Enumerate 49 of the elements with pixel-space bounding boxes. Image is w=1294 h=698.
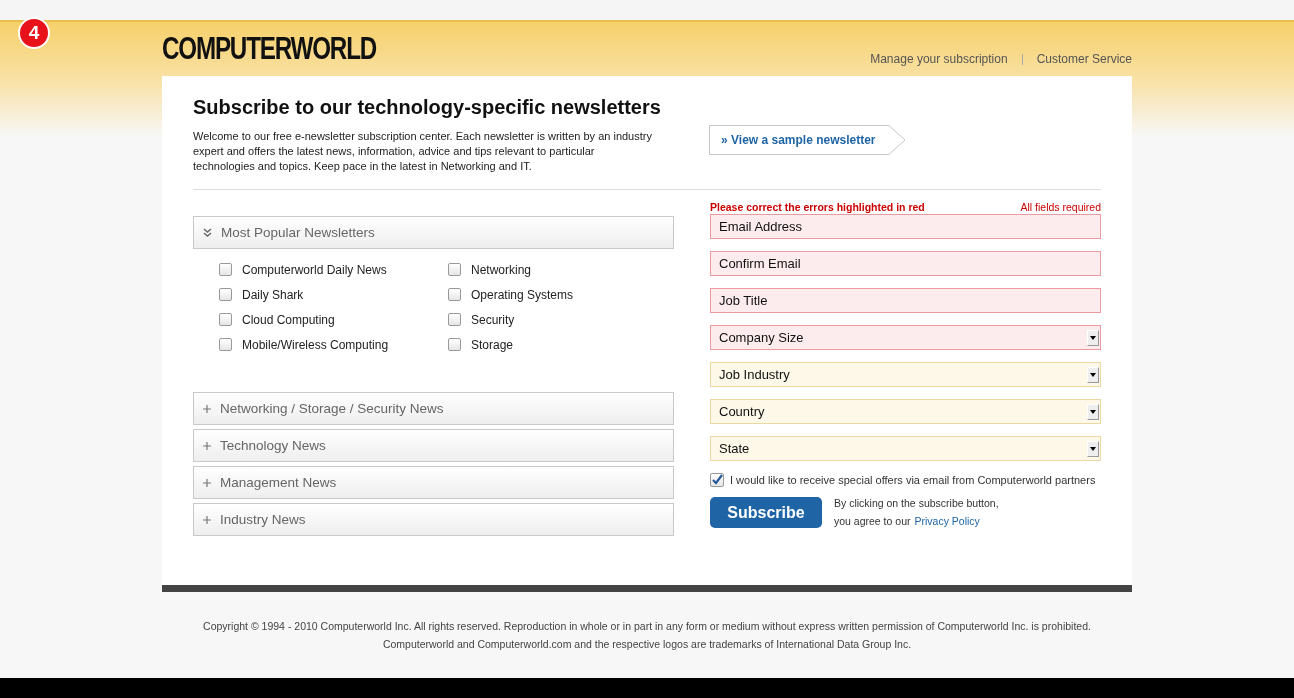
checkbox[interactable] (219, 288, 232, 301)
error-message: Please correct the errors highlighted in red (710, 201, 925, 213)
checkbox[interactable] (219, 338, 232, 351)
page-title: Subscribe to our technology-specific newsletters (193, 96, 662, 119)
checkbox[interactable] (448, 288, 461, 301)
newsletter-label: Operating Systems (471, 287, 574, 302)
newsletter-label: Daily Shark (242, 287, 304, 302)
dropdown[interactable]: Job Industry (710, 362, 1101, 387)
double-chevron-down-icon (203, 227, 212, 238)
plus-icon (203, 404, 211, 413)
header-link[interactable]: Customer Service (1036, 52, 1132, 66)
plus-icon (203, 441, 211, 450)
step-number-badge: 4 (18, 17, 50, 49)
checkbox[interactable] (448, 313, 461, 326)
accordion-header[interactable]: Most Popular Newsletters (193, 216, 674, 249)
checkbox[interactable] (219, 313, 232, 326)
input-field[interactable]: Email Address (710, 214, 1101, 239)
newsletter-label: Networking (471, 262, 532, 277)
intro-text: Welcome to our free e-newsletter subscription center. Each newsletter is written by an industry expert and offers the latest news, information, advice and tips relevant to particular technologies and topics. Keep pace in the latest in Networking and IT. (193, 129, 653, 174)
dropdown[interactable]: State (710, 436, 1101, 461)
logo: COMPUTERWORLD (162, 32, 377, 66)
plus-icon (203, 478, 211, 487)
agreement-text: By clicking on the subscribe button, (834, 497, 999, 509)
privacy-policy-link[interactable]: Privacy Policy (914, 512, 980, 530)
checkbox[interactable] (448, 338, 461, 351)
input-field[interactable]: Job Title (710, 288, 1101, 313)
offers-label: I would like to receive special offers via email from Computerworld partners (730, 474, 1096, 486)
plus-icon (203, 515, 211, 524)
sample-newsletter-link[interactable]: » View a sample newsletter (709, 125, 906, 155)
checkbox[interactable] (710, 473, 724, 487)
newsletter-label: Cloud Computing (242, 312, 335, 327)
required-note: All fields required (1020, 201, 1101, 213)
accordion-header[interactable]: Industry News (193, 503, 674, 536)
checkbox[interactable] (448, 263, 461, 276)
newsletter-label: Storage (471, 337, 514, 352)
header-link[interactable]: Manage your subscription (870, 52, 1008, 66)
accordion-header[interactable]: Technology News (193, 429, 674, 462)
accordion-header[interactable]: Management News (193, 466, 674, 499)
newsletter-label: Computerworld Daily News (242, 262, 387, 277)
dropdown[interactable]: Country (710, 399, 1101, 424)
agreement-text: you agree to our (834, 514, 911, 529)
dropdown[interactable]: Company Size (710, 325, 1101, 350)
newsletter-label: Mobile/Wireless Computing (242, 337, 389, 352)
subscribe-button[interactable]: Subscribe (710, 497, 822, 528)
input-field[interactable]: Confirm Email (710, 251, 1101, 276)
copyright-text: Copyright © 1994 - 2010 Computerworld Inc. All rights reserved. Reproduction in whole or in part in any form or medium without express written permission of Computerworld Inc. is prohibited. Computerworld and Computerworld.com and the respective logos are trademarks of International Data Group Inc. (202, 619, 1092, 652)
checkbox[interactable] (219, 263, 232, 276)
accordion-header[interactable]: Networking / Storage / Security News (193, 392, 674, 425)
newsletter-label: Security (471, 312, 515, 327)
